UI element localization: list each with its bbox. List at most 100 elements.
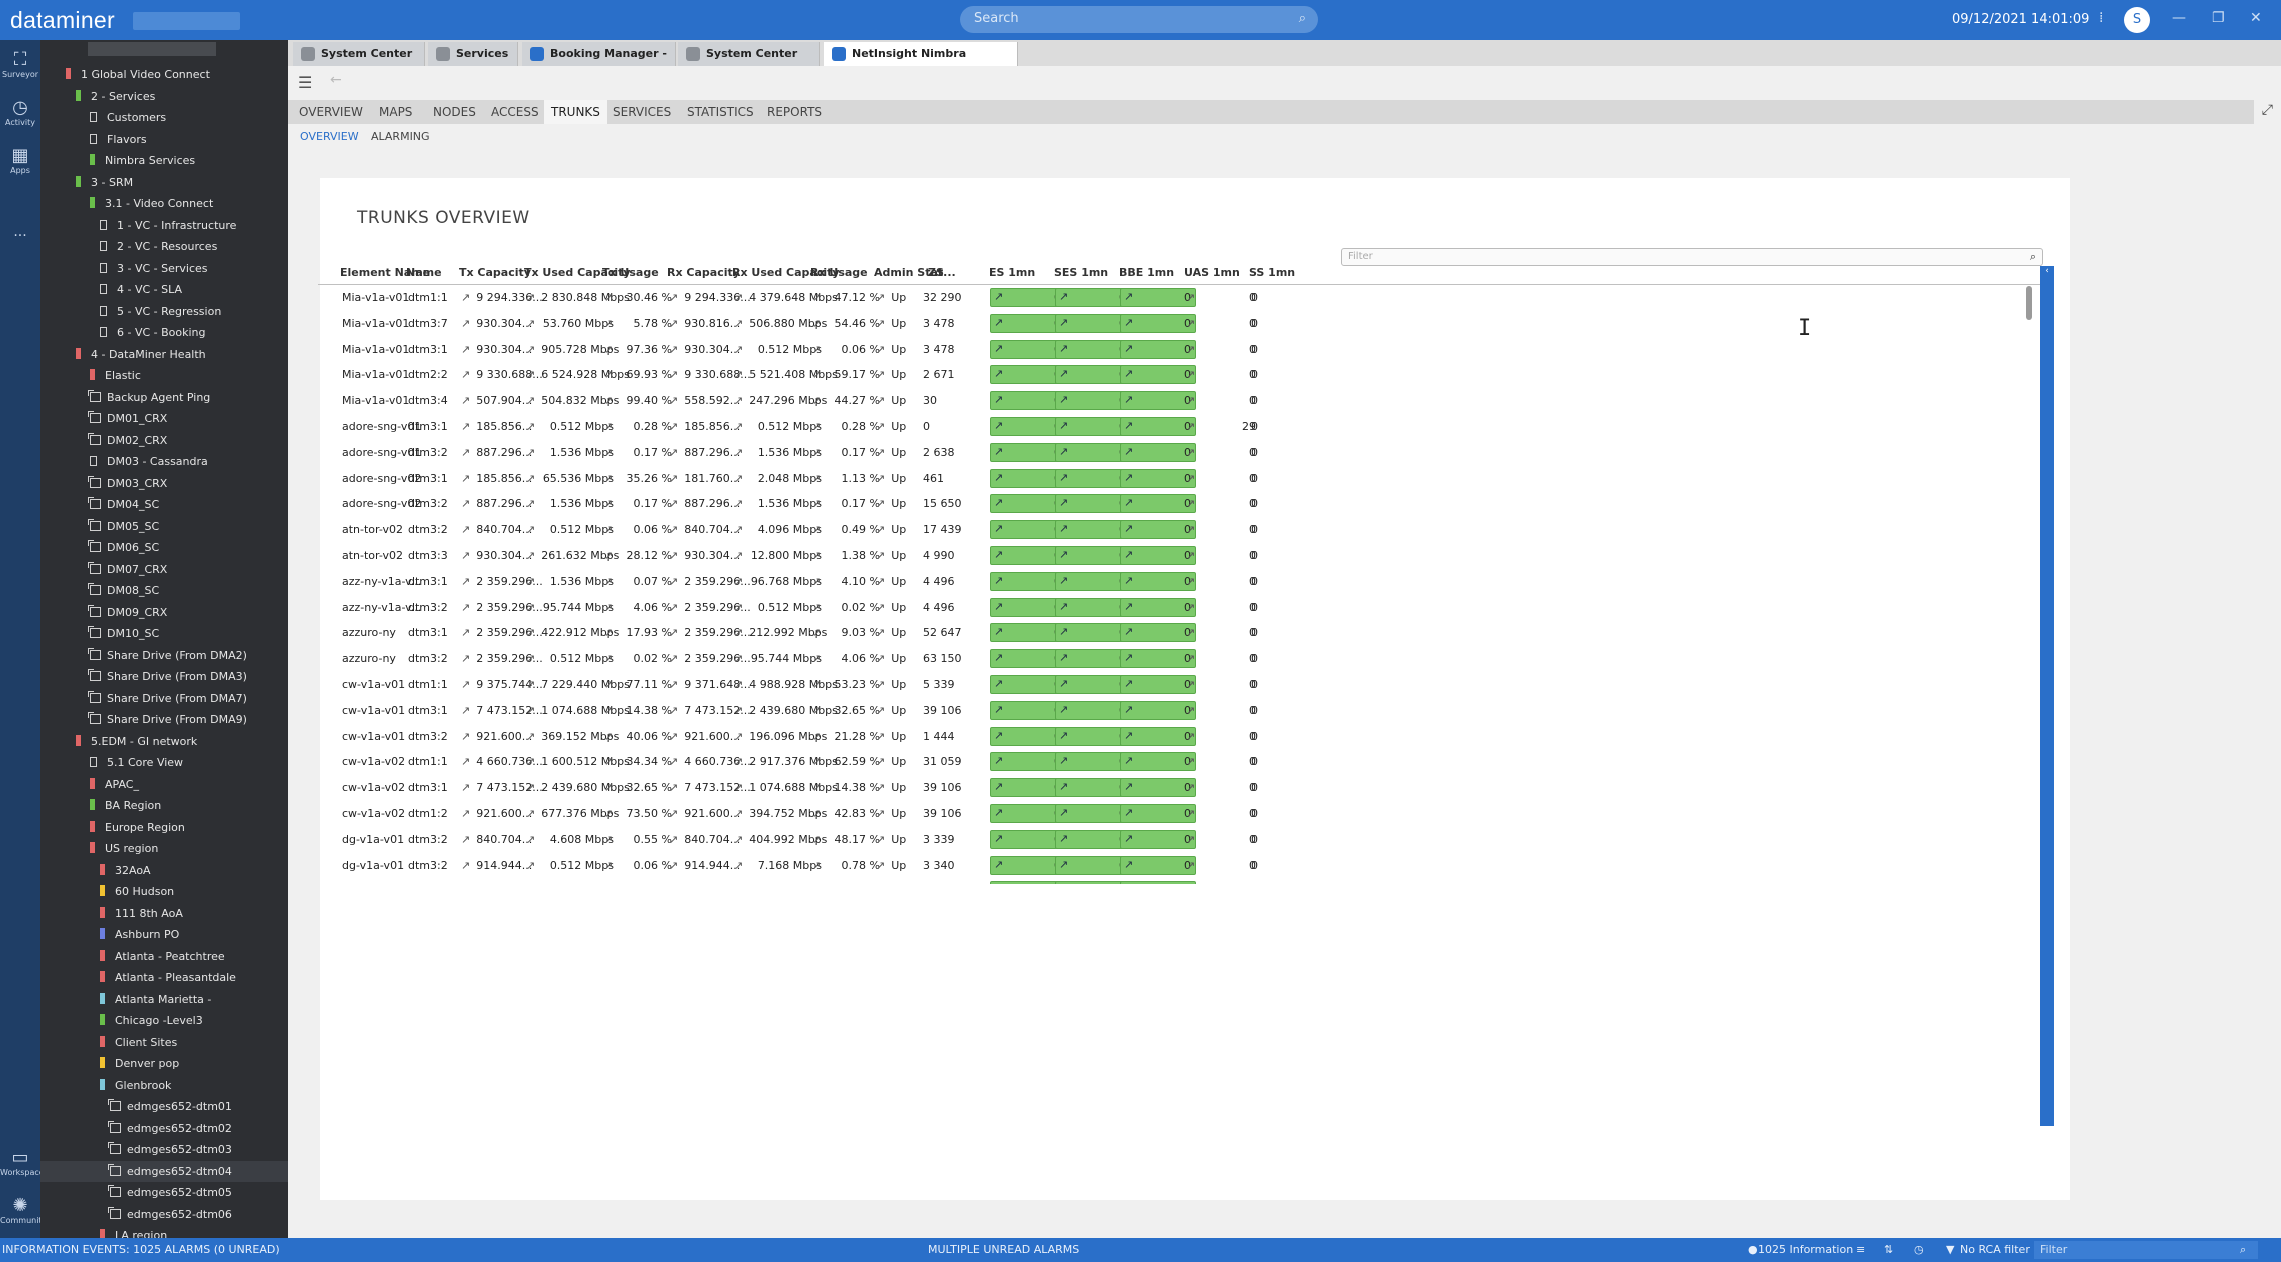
metric-cell[interactable]: ↗0 xyxy=(1120,468,1196,488)
card-tab[interactable]: Booking Manager - VC xyxy=(522,42,676,84)
trend-icon[interactable] xyxy=(812,420,821,433)
table-row[interactable]: cw-v1a-v01dtm3:17 473.152...1 074.688 Mb… xyxy=(318,698,2040,724)
table-row[interactable]: Mia-v1a-v01dtm3:1930.304...905.728 Mbps9… xyxy=(318,337,2040,363)
trend-icon[interactable]: ↗ xyxy=(1059,703,1068,716)
trend-icon[interactable] xyxy=(1186,497,1195,510)
tree-node[interactable]: Denver pop xyxy=(40,1053,288,1074)
trend-icon[interactable]: ↗ xyxy=(994,754,1003,767)
tree-node[interactable]: Elastic xyxy=(40,365,288,386)
trend-icon[interactable]: ↗ xyxy=(994,780,1003,793)
metric-cell[interactable]: ↗0 xyxy=(1120,778,1196,798)
trend-icon[interactable] xyxy=(604,755,613,768)
trend-icon[interactable] xyxy=(1186,472,1195,485)
metric-cell[interactable]: ↗0 xyxy=(1120,829,1196,849)
close-icon[interactable]: ✕ xyxy=(2250,10,2262,26)
nav-tab[interactable]: OVERVIEW xyxy=(292,100,370,124)
trend-icon[interactable] xyxy=(876,575,885,588)
trend-icon[interactable] xyxy=(734,472,743,485)
trend-icon[interactable] xyxy=(669,781,678,794)
tree-node[interactable]: DM03_CRX xyxy=(40,473,288,494)
alarm-filter-input[interactable]: Filter xyxy=(2034,1241,2258,1259)
metric-cell[interactable]: ↗0 xyxy=(1120,675,1196,694)
trend-icon[interactable] xyxy=(1186,523,1195,536)
trend-icon[interactable]: ↗ xyxy=(1059,290,1068,303)
metric-cell[interactable]: ↗0 xyxy=(1120,597,1196,617)
trend-icon[interactable] xyxy=(604,343,613,356)
trend-icon[interactable] xyxy=(526,317,535,330)
nav-tab[interactable]: REPORTS xyxy=(760,100,829,124)
trend-icon[interactable] xyxy=(1186,394,1195,407)
trend-icon[interactable] xyxy=(526,368,535,381)
table-row[interactable]: cw-v1a-v01dtm3:2921.600...369.152 Mbps40… xyxy=(318,724,2040,750)
trend-icon[interactable]: ↗ xyxy=(994,548,1003,561)
metric-cell[interactable]: ↗0 xyxy=(1120,494,1196,514)
trend-icon[interactable] xyxy=(604,601,613,614)
tree-node[interactable]: DM03 - Cassandra xyxy=(40,451,288,472)
trend-icon[interactable]: ↗ xyxy=(1124,600,1133,613)
trend-icon[interactable] xyxy=(461,807,470,820)
trend-icon[interactable]: ↗ xyxy=(1059,754,1068,767)
trend-icon[interactable] xyxy=(604,497,613,510)
trend-icon[interactable] xyxy=(526,523,535,536)
trend-icon[interactable]: ↗ xyxy=(994,729,1003,742)
trend-icon[interactable] xyxy=(526,601,535,614)
trend-icon[interactable] xyxy=(526,575,535,588)
search-icon[interactable]: ⌕ xyxy=(2030,250,2036,264)
tree-node[interactable]: US region xyxy=(40,838,288,859)
trend-icon[interactable] xyxy=(876,652,885,665)
tree-node[interactable]: Atlanta Marietta - xyxy=(40,989,288,1010)
metric-cell[interactable]: ↗0 xyxy=(1120,442,1196,462)
tree-node[interactable]: Customers xyxy=(40,107,288,128)
trend-icon[interactable]: ↗ xyxy=(994,419,1003,432)
metric-cell[interactable]: ↗0 xyxy=(1120,365,1196,385)
trend-icon[interactable] xyxy=(669,523,678,536)
trend-icon[interactable] xyxy=(1186,833,1195,846)
table-row[interactable]: Mia-v1a-v01dtm3:7 930.304...53.760 Mbps 5.… xyxy=(318,311,2040,337)
trend-icon[interactable] xyxy=(461,601,470,614)
trend-icon[interactable] xyxy=(669,291,678,304)
trend-icon[interactable] xyxy=(1186,317,1195,330)
nav-tab[interactable]: TRUNKS xyxy=(544,100,607,124)
trend-icon[interactable]: ↗ xyxy=(1059,858,1068,871)
trend-icon[interactable] xyxy=(876,730,885,743)
trend-icon[interactable] xyxy=(734,394,743,407)
trend-icon[interactable] xyxy=(876,472,885,485)
trend-icon[interactable] xyxy=(734,730,743,743)
trend-icon[interactable] xyxy=(812,730,821,743)
nav-tab[interactable]: MAPS xyxy=(372,100,419,124)
more-icon[interactable]: ··· xyxy=(0,228,40,244)
trend-icon[interactable]: ↗ xyxy=(1059,471,1068,484)
rail-community[interactable]: ✺ Community xyxy=(0,1196,46,1226)
trend-icon[interactable] xyxy=(526,472,535,485)
trend-icon[interactable] xyxy=(876,704,885,717)
trend-icon[interactable]: ↗ xyxy=(1124,316,1133,329)
rail-activity[interactable]: ◷ Activity xyxy=(0,98,40,128)
trend-icon[interactable] xyxy=(876,626,885,639)
trend-icon[interactable] xyxy=(734,652,743,665)
trend-icon[interactable] xyxy=(812,807,821,820)
tree-node[interactable]: Europe Region xyxy=(40,817,288,838)
trend-icon[interactable]: ↗ xyxy=(1124,496,1133,509)
tree-node[interactable]: Glenbrook xyxy=(40,1075,288,1096)
trend-icon[interactable] xyxy=(876,833,885,846)
sort-icon[interactable]: ⇅ xyxy=(1884,1243,1893,1256)
tree-node[interactable]: 5.1 Core View xyxy=(40,752,288,773)
trend-icon[interactable] xyxy=(461,781,470,794)
trend-icon[interactable] xyxy=(812,368,821,381)
table-row[interactable]: Mia-v1a-v01dtm2:29 330.688...6 524.928 M… xyxy=(318,362,2040,388)
tree-node[interactable]: edmges652-dtm03 xyxy=(40,1139,288,1160)
trend-icon[interactable]: ↗ xyxy=(994,574,1003,587)
trend-icon[interactable] xyxy=(812,343,821,356)
trend-icon[interactable] xyxy=(812,652,821,665)
trend-icon[interactable] xyxy=(812,755,821,768)
trend-icon[interactable] xyxy=(1186,652,1195,665)
trend-icon[interactable]: ↗ xyxy=(994,600,1003,613)
trend-icon[interactable] xyxy=(812,678,821,691)
trend-icon[interactable] xyxy=(669,601,678,614)
trend-icon[interactable]: ↗ xyxy=(994,471,1003,484)
tree-node[interactable]: 4 - VC - SLA xyxy=(40,279,288,300)
trend-icon[interactable] xyxy=(461,652,470,665)
trend-icon[interactable] xyxy=(461,755,470,768)
trend-icon[interactable] xyxy=(1186,678,1195,691)
trend-icon[interactable] xyxy=(812,523,821,536)
